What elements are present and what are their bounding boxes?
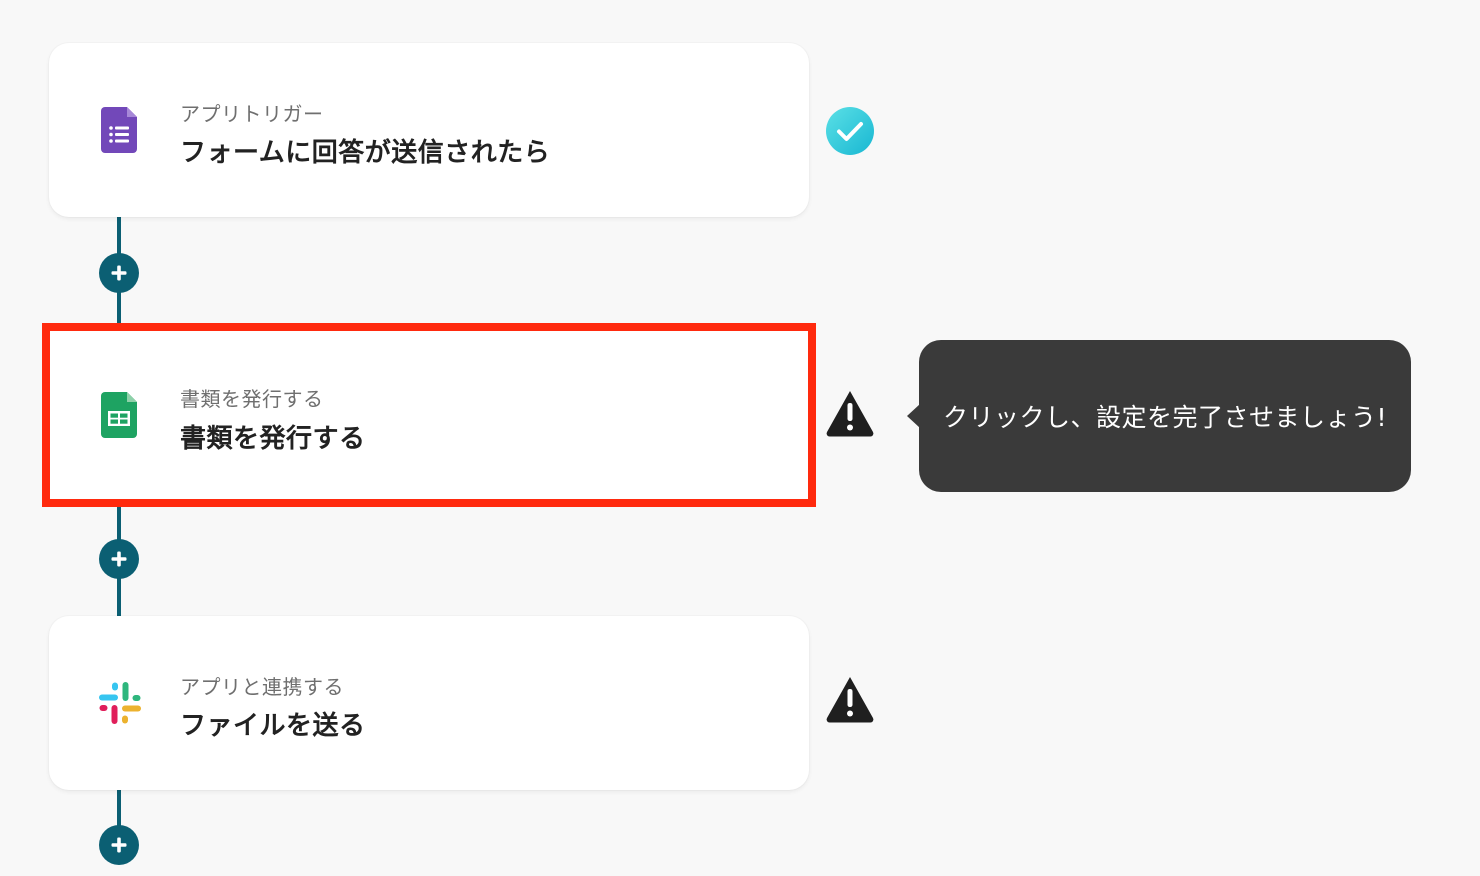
step-card-send-file[interactable]: アプリと連携する ファイルを送る xyxy=(49,616,809,790)
add-step-button[interactable] xyxy=(99,253,139,293)
flow-canvas: アプリトリガー フォームに回答が送信されたら 書類を発行する 書類を発行する ク… xyxy=(0,0,1480,876)
plus-icon xyxy=(111,837,127,853)
step-kind-label: アプリトリガー xyxy=(180,102,324,126)
google-forms-icon xyxy=(101,107,137,153)
google-sheets-icon xyxy=(101,392,137,438)
hint-tooltip: クリックし、設定を完了させましょう! xyxy=(919,340,1411,492)
step-title: フォームに回答が送信されたら xyxy=(180,138,551,168)
add-step-button[interactable] xyxy=(99,825,139,865)
tooltip-text: クリックし、設定を完了させましょう! xyxy=(942,403,1388,432)
plus-icon xyxy=(111,551,127,567)
step-kind-label: 書類を発行する xyxy=(180,387,324,411)
plus-icon xyxy=(111,265,127,281)
step-title: ファイルを送る xyxy=(180,711,366,741)
step-title: 書類を発行する xyxy=(180,424,366,454)
warning-triangle-icon xyxy=(826,391,874,437)
step-kind-label: アプリと連携する xyxy=(180,675,344,699)
check-circle-icon xyxy=(826,107,874,155)
slack-icon xyxy=(99,682,141,724)
step-card-form-trigger[interactable]: アプリトリガー フォームに回答が送信されたら xyxy=(49,43,809,217)
add-step-button[interactable] xyxy=(99,539,139,579)
step-card-issue-document[interactable]: 書類を発行する 書類を発行する xyxy=(42,323,816,507)
warning-triangle-icon xyxy=(826,677,874,723)
